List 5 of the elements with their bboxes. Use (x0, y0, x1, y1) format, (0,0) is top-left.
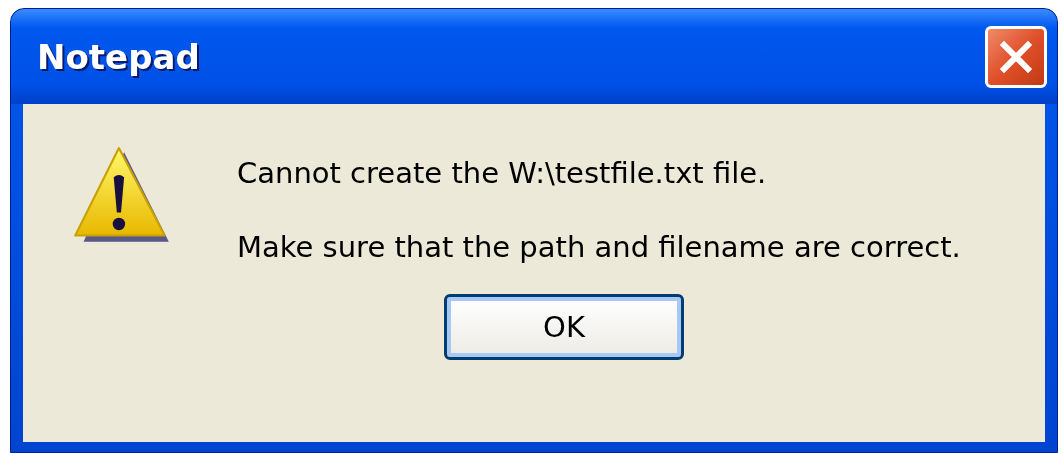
ok-button[interactable]: OK (444, 294, 684, 360)
message-text: Make sure that the path and filename are correct. (237, 230, 961, 264)
window-title: Notepad (37, 36, 200, 77)
close-button[interactable] (985, 25, 1047, 88)
message-text: Cannot create the W:\testfile.txt file. (237, 156, 768, 190)
